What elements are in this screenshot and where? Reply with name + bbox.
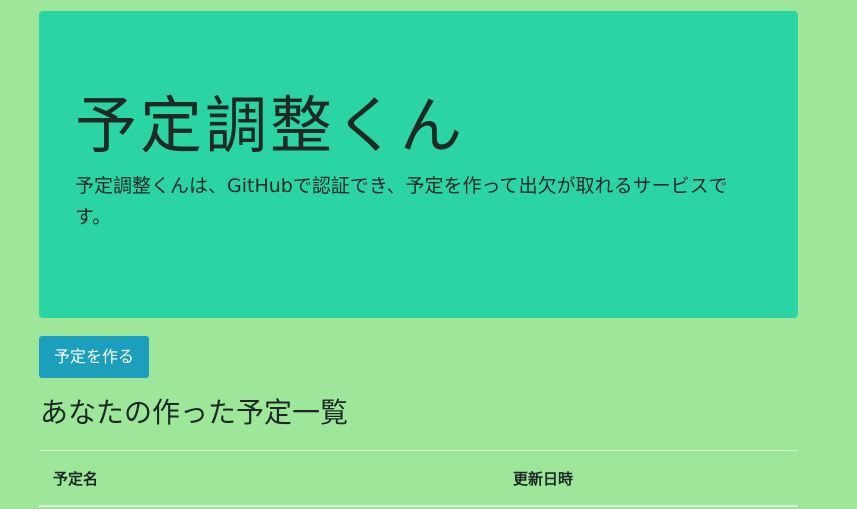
column-header-updated-at: 更新日時 [499,450,798,507]
events-table: 予定名 更新日時 [39,450,798,507]
app-description: 予定調整くんは、GitHubで認証でき、予定を作って出欠が取れるサービスです。 [75,175,728,228]
column-header-event-name: 予定名 [39,450,499,507]
events-section-title: あなたの作った予定一覧 [40,396,349,429]
page: 予定調整くん 予定調整くんは、GitHubで認証でき、予定を作って出欠が取れるサ… [0,0,857,509]
create-event-button[interactable]: 予定を作る [39,336,150,378]
app-title: 予定調整くん [75,89,466,162]
hero-banner: 予定調整くん 予定調整くんは、GitHubで認証でき、予定を作って出欠が取れるサ… [39,11,798,318]
table-header-row: 予定名 更新日時 [39,450,798,507]
